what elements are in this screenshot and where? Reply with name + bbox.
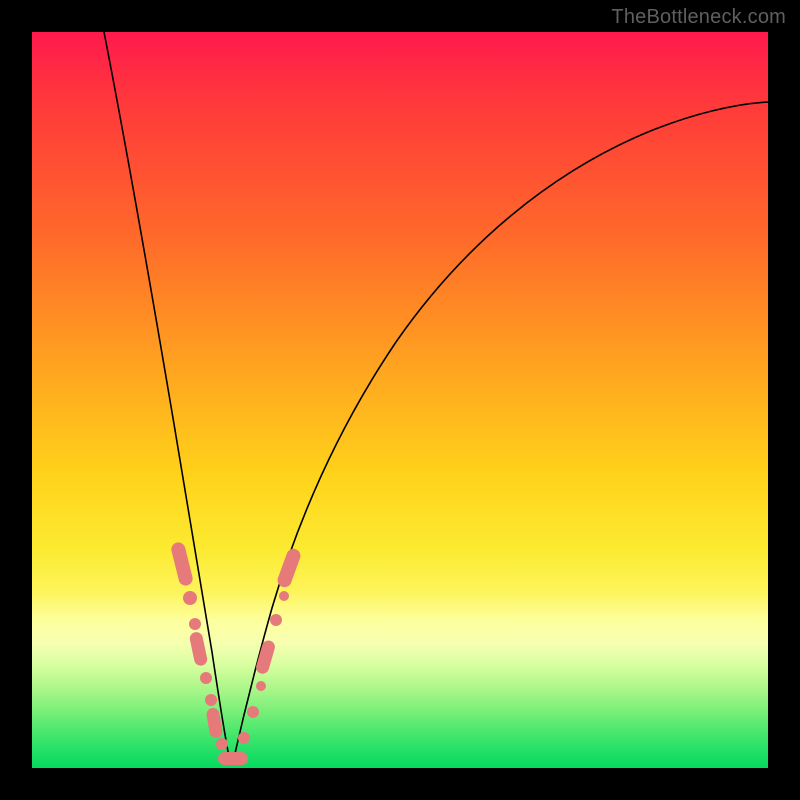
plot-area	[32, 32, 768, 768]
marker-right-dot-3	[256, 681, 266, 691]
marker-left-dot-2	[189, 618, 201, 630]
marker-left-dot-5	[216, 738, 228, 750]
marker-bottom-bar	[218, 752, 248, 765]
marker-left-dot-4	[205, 694, 217, 706]
watermark-text: TheBottleneck.com	[611, 6, 786, 29]
marker-right-dot-5	[279, 591, 289, 601]
marker-right-dot-2	[247, 706, 259, 718]
curve-left-branch	[104, 32, 230, 762]
marker-left-dot-3	[200, 672, 212, 684]
marker-right-dot-4	[270, 614, 282, 626]
outer-frame: TheBottleneck.com	[0, 0, 800, 800]
marker-left-capsule-top	[170, 541, 194, 587]
curve-layer	[32, 32, 768, 768]
curve-right-branch	[233, 102, 768, 762]
marker-right-capsule-top	[276, 547, 303, 589]
marker-right-dot-1	[238, 732, 250, 744]
marker-left-dot-1	[183, 591, 197, 605]
marker-left-capsule-mid	[189, 631, 209, 667]
